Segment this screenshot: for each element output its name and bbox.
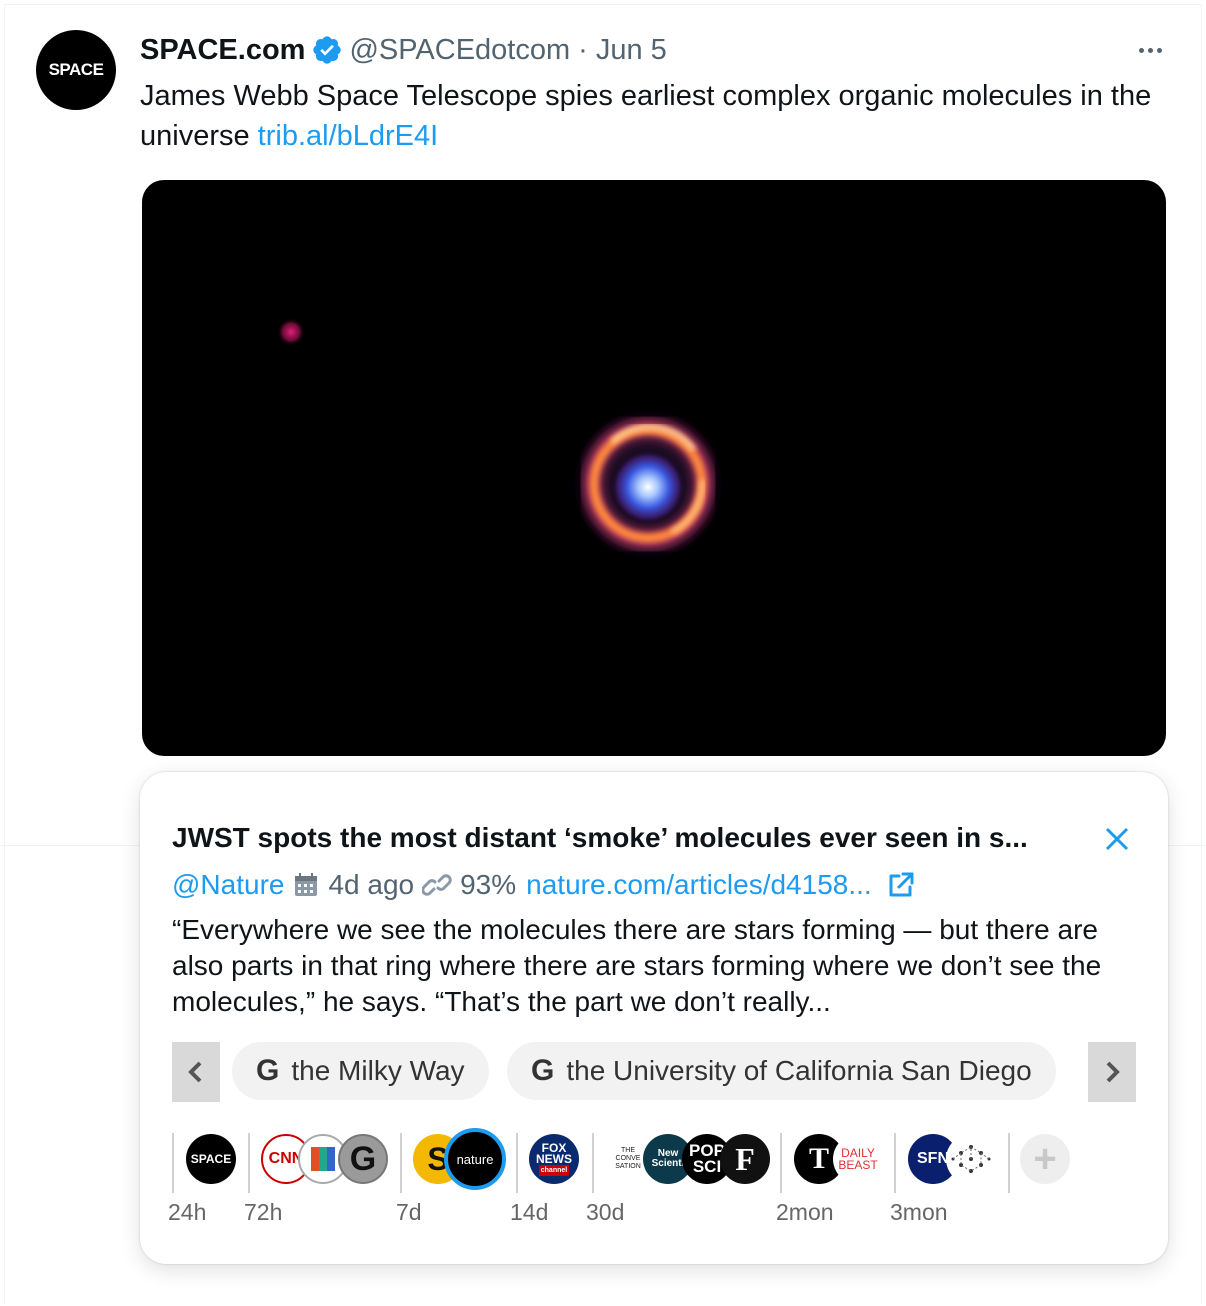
avatar-text: SPACE (48, 60, 104, 79)
topic-chip-uc-san-diego[interactable]: G the University of California San Diego (507, 1042, 1056, 1100)
card-url[interactable]: nature.com/articles/d4158... (526, 869, 872, 901)
forbes-logo-text: F (735, 1140, 755, 1177)
handle[interactable]: @SPACEdotcom (349, 34, 570, 67)
fox-news-logo[interactable]: FOX NEWS channel (529, 1134, 579, 1184)
tweet-text: James Webb Space Telescope spies earlies… (140, 76, 1170, 156)
pbs-mark-icon (311, 1147, 335, 1171)
dailybeast-bottom-text: BEAST (838, 1158, 878, 1172)
source-timeline: SPACE CNN G S nature FOX NEWS channel TH… (140, 1127, 1168, 1237)
google-icon: G (256, 1054, 280, 1087)
card-meta: @Nature 4d ago 93% nature.com/articles/d… (172, 868, 924, 902)
daily-beast-logo[interactable]: DAILY BEAST (833, 1134, 883, 1184)
timeline-label-30d: 30d (586, 1199, 625, 1225)
timeline-label-14d: 14d (510, 1199, 549, 1225)
card-excerpt: “Everywhere we see the molecules there a… (172, 914, 1102, 1017)
calendar-icon (295, 873, 318, 896)
timeline-tick (172, 1133, 174, 1193)
timeline-label-3mon: 3mon (890, 1199, 948, 1225)
conversation-mid-text: CONVE (615, 1155, 641, 1162)
timeline-label-24h: 24h (168, 1199, 207, 1225)
tweet-header: SPACE.com @SPACEdotcom · Jun 5 (140, 30, 667, 70)
timeline-label-72h: 72h (244, 1199, 283, 1225)
timeline-tick (780, 1133, 782, 1193)
timeline-tick (592, 1133, 594, 1193)
avatar[interactable]: SPACE (36, 30, 116, 110)
conversation-bottom-text: SATION (615, 1163, 641, 1170)
tweet-link[interactable]: trib.al/bLdrE4I (258, 120, 439, 152)
timeline-label-2mon: 2mon (776, 1199, 834, 1225)
timeline-label-7d: 7d (396, 1199, 422, 1225)
nature-logo-text: nature (456, 1151, 494, 1167)
related-article-card: JWST spots the most distant ‘smoke’ mole… (140, 772, 1168, 1264)
g-logo-text: G (349, 1139, 377, 1178)
scroll-left-button[interactable] (172, 1042, 220, 1102)
google-icon: G (531, 1054, 555, 1087)
timeline-tick (516, 1133, 518, 1193)
galaxy-ring-image (277, 318, 716, 552)
card-age: 4d ago (328, 869, 415, 900)
tweet-date[interactable]: Jun 5 (596, 34, 667, 67)
molecule-icon (951, 1145, 991, 1173)
add-source-button[interactable]: + (1020, 1134, 1070, 1184)
fox-news-text: NEWS (536, 1151, 572, 1166)
topic-label: the University of California San Diego (566, 1055, 1032, 1086)
separator-dot: · (578, 33, 588, 66)
chevron-left-icon (188, 1061, 202, 1083)
timeline-tick (400, 1133, 402, 1193)
close-icon[interactable] (1102, 824, 1132, 854)
verified-badge-icon (313, 36, 342, 64)
nature-logo[interactable]: nature (444, 1128, 506, 1190)
nytimes-logo-text: T (808, 1142, 829, 1175)
space-logo[interactable]: SPACE (186, 1134, 236, 1184)
plus-icon: + (1033, 1136, 1057, 1181)
topic-chip-milky-way[interactable]: G the Milky Way (232, 1042, 489, 1100)
topic-label: the Milky Way (291, 1055, 465, 1086)
g-logo[interactable]: G (338, 1134, 388, 1184)
conversation-top-text: THE (621, 1147, 635, 1154)
card-source[interactable]: @Nature (172, 869, 284, 901)
more-horizontal-icon[interactable] (1130, 36, 1170, 64)
topic-chips-row: G the Milky Way G the University of Cali… (172, 1042, 1136, 1102)
space-logo-text: SPACE (190, 1152, 232, 1166)
chevron-right-icon (1106, 1061, 1120, 1083)
external-link-icon[interactable] (886, 870, 916, 900)
molecule-logo[interactable] (946, 1134, 996, 1184)
display-name[interactable]: SPACE.com (140, 34, 305, 67)
timeline-tick (248, 1133, 250, 1193)
timeline-tick (1008, 1133, 1010, 1193)
newsci-bottom-text: Scienti (651, 1158, 685, 1169)
timeline-tick (894, 1133, 896, 1193)
scroll-right-button[interactable] (1088, 1042, 1136, 1102)
tweet-media-image[interactable] (142, 180, 1166, 756)
sfn-logo-text: SFN (917, 1150, 949, 1167)
card-title[interactable]: JWST spots the most distant ‘smoke’ mole… (172, 822, 1092, 854)
fox-channel-text: channel (538, 1164, 570, 1176)
link-icon (422, 874, 452, 896)
forbes-logo[interactable]: F (720, 1134, 770, 1184)
popsci-bottom-text: SCI (692, 1157, 722, 1176)
card-score: 93% (460, 869, 517, 900)
